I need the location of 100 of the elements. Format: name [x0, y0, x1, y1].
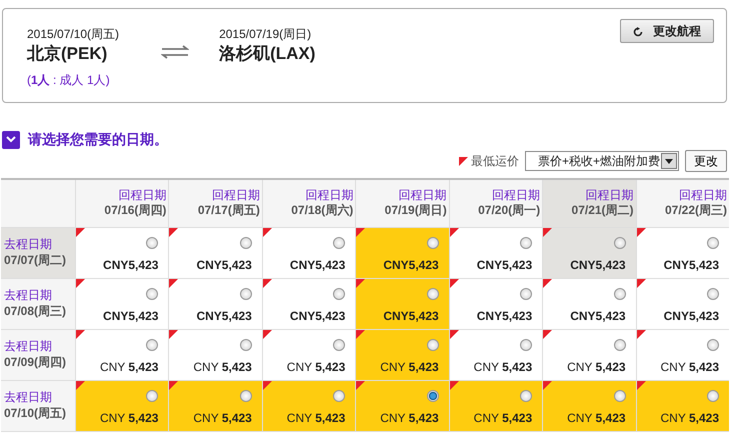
fare-cell[interactable]: CNY 5,423	[168, 330, 262, 381]
radio-button[interactable]	[426, 237, 439, 249]
radio-button[interactable]	[520, 237, 532, 249]
passenger-summary: (1人 : 成人 1人)	[27, 72, 111, 90]
radio-button[interactable]	[333, 339, 346, 351]
refresh-icon	[633, 26, 643, 37]
radio-button[interactable]	[146, 237, 158, 249]
change-itinerary-button[interactable]: 更改航程	[620, 19, 714, 43]
fare-price: CNY5,423	[288, 308, 346, 324]
departure-date-label: 去程日期	[4, 339, 53, 355]
fare-cell[interactable]: CNY 5,423	[75, 330, 168, 381]
fare-cell[interactable]: CNY5,423	[448, 279, 542, 330]
collapse-toggle[interactable]	[2, 130, 20, 148]
fare-price: CNY 5,423	[286, 358, 346, 376]
radio-button[interactable]	[520, 339, 532, 351]
fare-cell[interactable]: CNY 5,423	[448, 381, 542, 432]
fare-cell[interactable]: CNY5,423	[168, 228, 262, 279]
return-date-value: 07/18(周六)	[290, 203, 354, 218]
fare-price: CNY5,423	[102, 256, 158, 274]
radio-button[interactable]	[240, 390, 252, 402]
fare-price: CNY 5,423	[286, 410, 346, 426]
fare-type-select[interactable]: 票价+税收+燃油附加费	[524, 151, 679, 171]
radio-button[interactable]	[614, 237, 626, 249]
radio-button[interactable]	[707, 288, 719, 300]
radio-button[interactable]	[426, 288, 439, 300]
radio-button[interactable]	[146, 288, 158, 300]
swap-arrows-icon	[161, 45, 190, 60]
return-date-value: 07/20(周一)	[477, 203, 540, 218]
fare-cell[interactable]: CNY5,423	[636, 279, 729, 330]
fare-cell[interactable]: CNY 5,423	[75, 381, 168, 432]
origin-city: 北京(PEK)	[27, 43, 108, 65]
departure-date-label: 去程日期	[4, 237, 53, 253]
return-date: 2015/07/19(周日)	[219, 26, 312, 43]
fare-price: CNY 5,423	[98, 358, 158, 376]
fare-cell[interactable]: CNY5,423	[636, 228, 729, 279]
chevron-down-icon	[6, 136, 16, 143]
fare-cell[interactable]: CNY5,423	[262, 279, 356, 330]
update-button[interactable]: 更改	[685, 150, 727, 172]
radio-button[interactable]	[614, 390, 626, 402]
return-date-value: 07/17(周五)	[196, 203, 260, 218]
return-date-label: 回程日期	[117, 188, 166, 203]
fare-price: CNY 5,423	[472, 358, 532, 376]
radio-button[interactable]	[240, 288, 252, 300]
fare-price: CNY 5,423	[379, 410, 439, 426]
fare-cell[interactable]: CNY5,423	[542, 228, 636, 279]
return-date-label: 回程日期	[304, 188, 354, 203]
fare-cell[interactable]: CNY5,423	[355, 228, 449, 279]
fare-cell[interactable]: CNY 5,423	[542, 381, 636, 432]
radio-button[interactable]	[333, 288, 346, 300]
departure-date-value: 07/07(周二)	[4, 252, 68, 268]
fare-cell[interactable]: CNY5,423	[542, 279, 636, 330]
fare-cell[interactable]: CNY5,423	[75, 228, 168, 279]
departure-date-label: 去程日期	[4, 288, 53, 304]
departure-date: 2015/07/10(周五)	[27, 26, 120, 43]
fare-cell[interactable]: CNY 5,423	[262, 330, 356, 381]
fare-cell[interactable]: CNY5,423	[355, 279, 449, 330]
return-date-label: 回程日期	[678, 188, 727, 203]
radio-button[interactable]	[614, 339, 626, 351]
return-date-value: 07/16(周四)	[103, 203, 166, 218]
departure-date-value: 07/09(周四)	[4, 354, 68, 370]
fare-cell[interactable]: CNY 5,423	[262, 381, 356, 432]
return-date-label: 回程日期	[491, 188, 540, 203]
fare-cell[interactable]: CNY 5,423	[636, 381, 729, 432]
fare-cell[interactable]: CNY 5,423	[355, 330, 449, 381]
fare-cell[interactable]: CNY 5,423	[542, 330, 636, 381]
radio-button[interactable]	[146, 390, 158, 402]
fare-price: CNY5,423	[662, 308, 719, 324]
fare-cell[interactable]: CNY 5,423	[448, 330, 542, 381]
section-title: 请选择您需要的日期。	[28, 130, 168, 149]
radio-button[interactable]	[426, 339, 439, 351]
dropdown-arrow-icon	[665, 158, 673, 164]
lowest-fare-flag-icon	[458, 156, 468, 166]
radio-button[interactable]	[614, 288, 626, 300]
fare-price: CNY 5,423	[379, 358, 439, 376]
radio-button[interactable]	[333, 390, 346, 402]
radio-button[interactable]	[707, 237, 719, 249]
radio-button[interactable]	[240, 339, 252, 351]
fare-cell[interactable]: CNY 5,423	[636, 330, 729, 381]
return-date-value: 07/21(周二)	[570, 203, 634, 218]
radio-button[interactable]	[426, 390, 439, 402]
radio-button[interactable]	[707, 339, 719, 351]
return-date-label: 回程日期	[584, 188, 634, 203]
radio-button[interactable]	[333, 237, 346, 249]
fare-cell[interactable]: CNY 5,423	[168, 381, 262, 432]
fare-price: CNY5,423	[569, 308, 626, 324]
fare-price: CNY 5,423	[660, 358, 719, 376]
radio-button[interactable]	[707, 390, 719, 402]
radio-button[interactable]	[240, 237, 252, 249]
fare-cell[interactable]: CNY5,423	[168, 279, 262, 330]
fare-cell[interactable]: CNY5,423	[75, 279, 168, 330]
legend-label: 最低运价	[458, 152, 519, 170]
destination-city: 洛杉矶(LAX)	[219, 43, 316, 65]
radio-button[interactable]	[146, 339, 158, 351]
fare-cell[interactable]: CNY 5,423	[355, 381, 449, 432]
fare-price: CNY5,423	[382, 308, 439, 324]
fare-cell[interactable]: CNY5,423	[448, 228, 542, 279]
radio-button[interactable]	[520, 288, 532, 300]
radio-button[interactable]	[520, 390, 532, 402]
fare-cell[interactable]: CNY5,423	[262, 228, 356, 279]
fare-price: CNY5,423	[569, 256, 626, 274]
